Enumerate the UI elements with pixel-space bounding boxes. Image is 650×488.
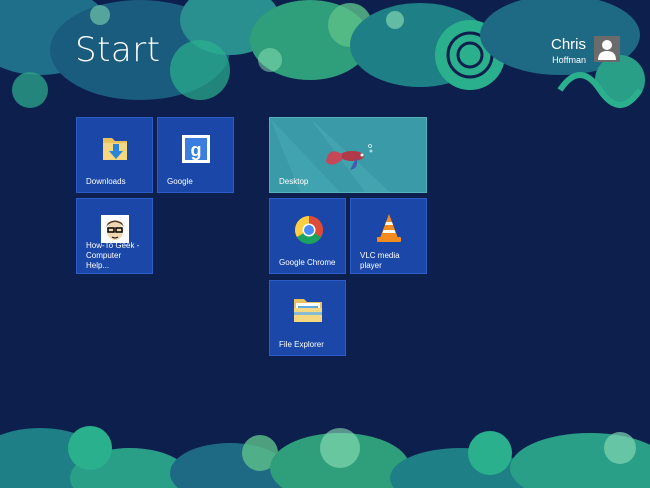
file-explorer-icon	[294, 299, 322, 322]
tile-file-explorer[interactable]: File Explorer	[269, 280, 346, 356]
decorative-swirl-pattern-bottom	[0, 426, 650, 488]
tile-google-chrome[interactable]: Google Chrome	[269, 198, 346, 274]
howtogeek-icon	[101, 215, 129, 243]
chrome-icon	[295, 216, 323, 244]
page-title: Start	[75, 30, 161, 70]
user-first-name: Chris	[550, 36, 586, 53]
tile-vlc-media-player[interactable]: VLC media player	[350, 198, 427, 274]
tile-google[interactable]: g Google	[157, 117, 234, 193]
tile-label: Google	[167, 177, 193, 186]
tile-how-to-geek[interactable]: How-To Geek - Computer Help...	[76, 198, 153, 274]
vlc-cone-icon	[377, 214, 401, 242]
tile-label: How-To Geek - Computer Help...	[86, 241, 140, 270]
tile-label: Google Chrome	[279, 258, 336, 267]
svg-text:g: g	[191, 140, 202, 160]
folder-download-icon	[103, 138, 127, 160]
tile-label: VLC media player	[360, 251, 400, 270]
avatar	[594, 36, 620, 62]
tile-label: Downloads	[86, 177, 126, 186]
tile-desktop[interactable]: Desktop	[269, 117, 427, 193]
user-last-name: Hoffman	[552, 55, 586, 65]
tile-downloads[interactable]: Downloads	[76, 117, 153, 193]
tile-label: Desktop	[279, 177, 309, 186]
google-icon: g	[182, 135, 210, 163]
tile-label: File Explorer	[279, 340, 324, 349]
